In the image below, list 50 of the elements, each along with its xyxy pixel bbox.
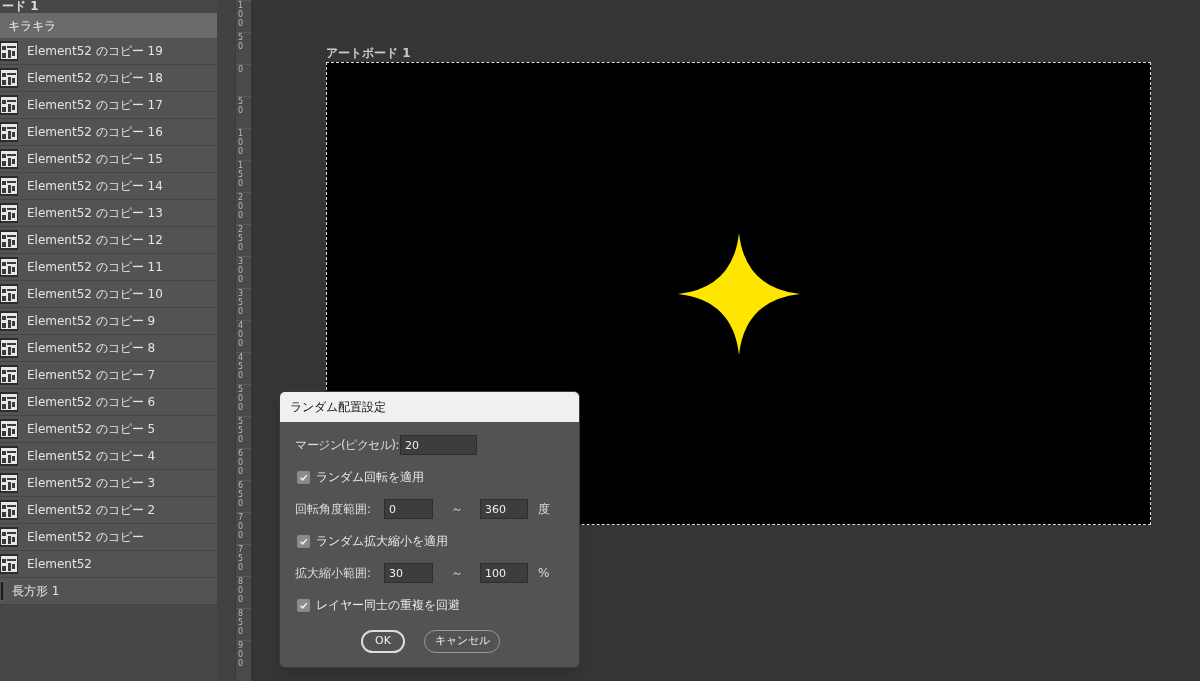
ruler-label: 100: [238, 130, 245, 157]
ruler-label: 250: [238, 226, 245, 253]
ruler-label: 700: [238, 514, 245, 541]
checkmark-icon: [299, 536, 308, 546]
ruler-label: 650: [238, 482, 245, 509]
ruler-label: 850: [238, 610, 245, 637]
checkbox[interactable]: [297, 534, 310, 548]
ok-button[interactable]: OK: [361, 630, 405, 653]
input-field[interactable]: 20: [400, 435, 477, 455]
ruler-label: 300: [238, 258, 245, 285]
ruler-label: 350: [238, 290, 245, 317]
checkmark-icon: [299, 472, 308, 482]
input-field[interactable]: 0: [384, 499, 433, 519]
artboard-title: アートボード 1: [326, 46, 412, 60]
input-field[interactable]: 360: [480, 499, 528, 519]
ruler-label: 50: [238, 34, 245, 52]
ruler-label: 0: [238, 66, 245, 75]
checkbox[interactable]: [297, 598, 310, 612]
ruler-label: 600: [238, 450, 245, 477]
ruler-label: 50: [238, 98, 245, 116]
ruler-label: 800: [238, 578, 245, 605]
checkbox-label: ランダム拡大縮小を適用: [316, 533, 448, 550]
range-separator: ～: [449, 565, 464, 582]
ruler-label: 450: [238, 354, 245, 381]
ruler-label: 900: [238, 642, 245, 669]
checkmark-icon: [299, 600, 308, 610]
layer-name[interactable]: 長方形 1: [12, 582, 60, 600]
artboard-layer-label: ード 1: [2, 0, 39, 13]
ruler-label: 400: [238, 322, 245, 349]
field-label: 拡大縮小範囲:: [295, 565, 373, 582]
ruler-label: 550: [238, 418, 245, 445]
input-field[interactable]: 30: [384, 563, 433, 583]
field-label: マージン(ピクセル):: [295, 437, 400, 454]
unit-label: 度: [538, 501, 550, 518]
checkbox-label: レイヤー同士の重複を回避: [316, 597, 460, 614]
ruler-label: 500: [238, 386, 245, 413]
checkbox-label: ランダム回転を適用: [316, 469, 424, 486]
field-label: 回転角度範囲:: [295, 501, 373, 518]
ruler-label: 750: [238, 546, 245, 573]
layer-group-row[interactable]: キラキラ: [0, 13, 217, 38]
input-field[interactable]: 100: [480, 563, 528, 583]
ruler-label: 150: [238, 162, 245, 189]
dialog-title: ランダム配置設定: [290, 399, 386, 416]
range-separator: ～: [449, 501, 464, 518]
layer-thumbnail-icon: [0, 581, 4, 601]
ruler-label: 200: [238, 194, 245, 221]
unit-label: %: [538, 565, 550, 582]
checkbox[interactable]: [297, 470, 310, 484]
ruler-label: 100: [238, 2, 245, 29]
layer-name[interactable]: Element52: [27, 555, 92, 573]
